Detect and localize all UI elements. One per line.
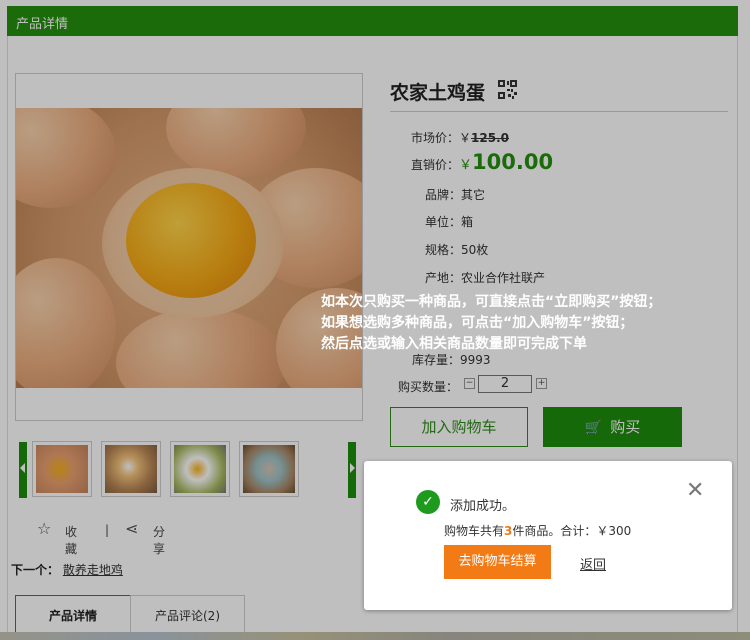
hint-line: 如果想选购多种商品，可点击“加入购物车”按钮； (321, 315, 634, 331)
check-circle-icon: ✓ (416, 490, 440, 514)
hint-line: 然后点选或输入相关商品数量即可完成下单 (321, 336, 587, 352)
close-icon[interactable]: ✕ (686, 480, 704, 502)
summary-prefix: 购物车共有 (444, 524, 505, 538)
hint-line: 如本次只购买一种商品，可直接点击“立即购买”按钮； (321, 294, 662, 310)
success-message: 添加成功。 (450, 499, 516, 514)
cart-summary: 购物车共有3件商品。合计：￥300 (444, 522, 631, 539)
summary-suffix: 件商品。合计：￥300 (512, 524, 632, 538)
back-link[interactable]: 返回 (580, 554, 606, 573)
purchase-hint: 如本次只购买一种商品，可直接点击“立即购买”按钮； 如果想选购多种商品，可点击“… (321, 292, 661, 355)
add-success-dialog: ✓ 添加成功。 ✕ 购物车共有3件商品。合计：￥300 去购物车结算 返回 (364, 461, 732, 610)
checkout-button[interactable]: 去购物车结算 (444, 545, 551, 579)
